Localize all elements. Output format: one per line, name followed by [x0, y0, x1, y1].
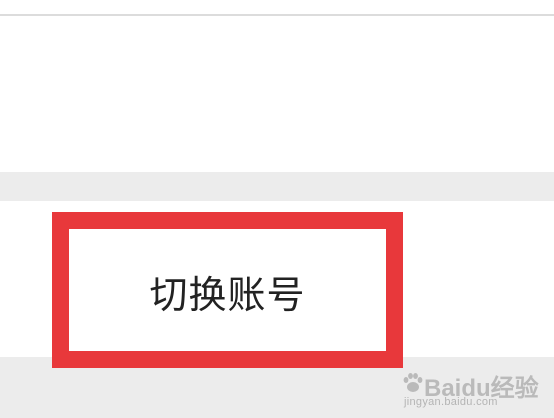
top-section — [0, 16, 554, 172]
baidu-watermark: Baidu经验 jingyan.baidu.com — [402, 368, 542, 412]
switch-account-label[interactable]: 切换账号 — [52, 212, 403, 368]
settings-page: 切换账号 Baidu经验 jingyan.baidu.com — [0, 0, 554, 418]
watermark-url: jingyan.baidu.com — [404, 396, 498, 408]
paw-icon — [403, 373, 423, 392]
section-gap — [0, 172, 554, 201]
